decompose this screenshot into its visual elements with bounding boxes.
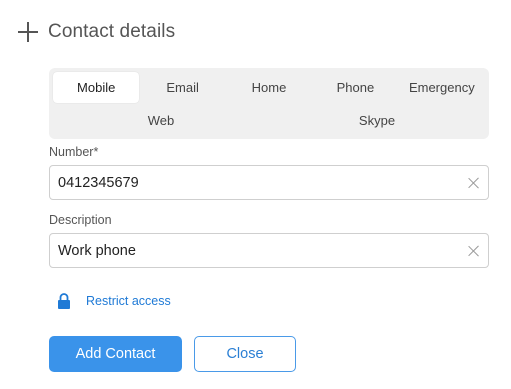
- add-contact-button[interactable]: Add Contact: [49, 336, 182, 372]
- restrict-access-link[interactable]: Restrict access: [57, 293, 171, 309]
- tab-emergency[interactable]: Emergency: [399, 72, 485, 103]
- tab-skype[interactable]: Skype: [269, 105, 485, 136]
- tab-home[interactable]: Home: [226, 72, 312, 103]
- description-label: Description: [49, 213, 112, 227]
- clear-description-icon[interactable]: [468, 245, 480, 257]
- tab-phone[interactable]: Phone: [312, 72, 398, 103]
- tab-web[interactable]: Web: [53, 105, 269, 136]
- number-input[interactable]: [58, 174, 468, 191]
- restrict-access-label: Restrict access: [86, 294, 171, 308]
- plus-icon[interactable]: [18, 22, 38, 42]
- tab-email[interactable]: Email: [139, 72, 225, 103]
- tab-row-2: Web Skype: [53, 105, 485, 136]
- tab-row-1: Mobile Email Home Phone Emergency: [53, 72, 485, 103]
- close-button[interactable]: Close: [194, 336, 296, 372]
- tab-mobile[interactable]: Mobile: [53, 72, 140, 103]
- contact-type-tabs: Mobile Email Home Phone Emergency Web Sk…: [49, 68, 489, 139]
- description-input[interactable]: [58, 242, 468, 259]
- section-header[interactable]: Contact details: [18, 20, 175, 44]
- lock-icon: [58, 293, 70, 309]
- number-field-container: [49, 165, 489, 200]
- description-field-container: [49, 233, 489, 268]
- section-title: Contact details: [48, 21, 176, 42]
- clear-number-icon[interactable]: [468, 177, 480, 189]
- number-label: Number*: [49, 145, 99, 159]
